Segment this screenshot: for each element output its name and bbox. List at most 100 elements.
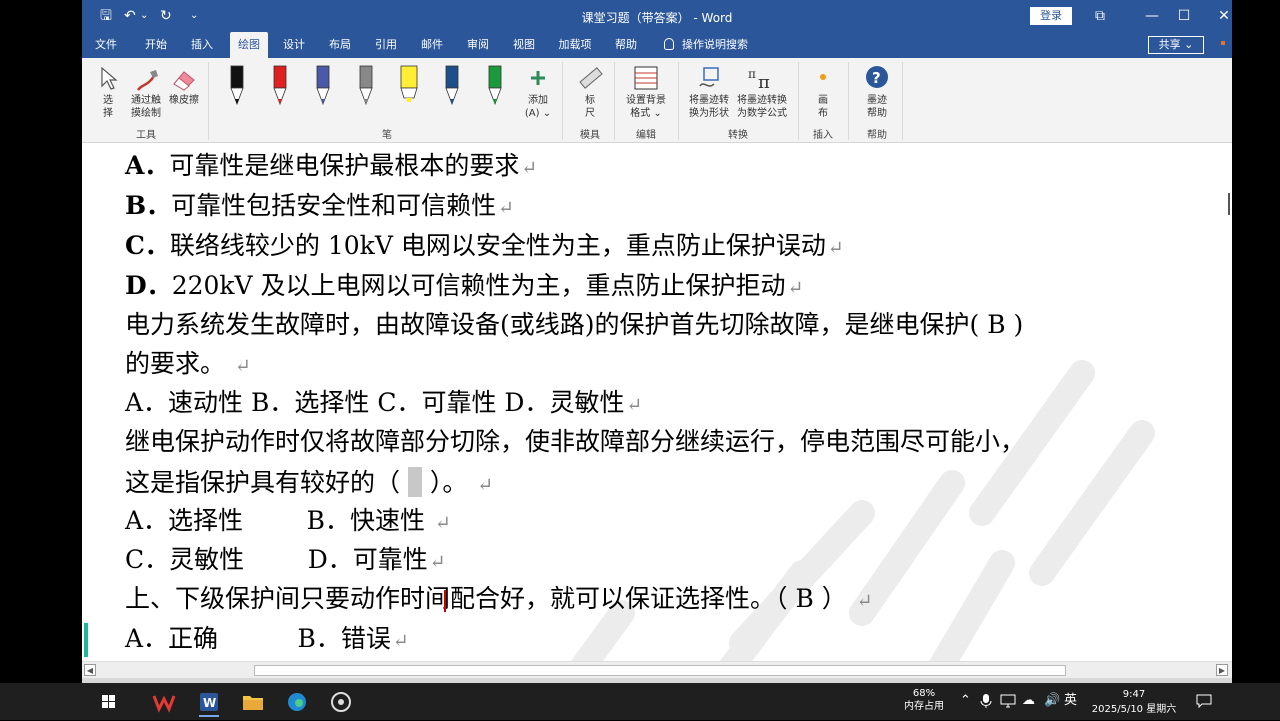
maximize-button[interactable]: ☐ bbox=[1169, 5, 1199, 27]
select-cursor-icon[interactable] bbox=[98, 66, 118, 92]
volume-icon[interactable]: 🔊 bbox=[1044, 694, 1060, 708]
document-page[interactable]: A．可靠性是继电保护最根本的要求 ↵ B．可靠性包括安全性和可信赖性 ↵ C．联络线… bbox=[82, 143, 1232, 661]
paragraph-mark-icon: ↵ bbox=[856, 590, 873, 612]
windows-start-icon[interactable] bbox=[90, 687, 128, 717]
ink-to-shape-label: 将墨迹转 换为形状 bbox=[689, 95, 729, 119]
memory-usage[interactable]: 68% 内存占用 bbox=[900, 687, 948, 713]
wps-icon[interactable] bbox=[145, 687, 183, 717]
word-taskbar-icon[interactable]: W bbox=[190, 687, 228, 717]
network-icon[interactable] bbox=[1000, 694, 1016, 708]
horizontal-scrollbar[interactable]: ◀ ▶ bbox=[82, 661, 1232, 678]
tab-file[interactable]: 文件 bbox=[88, 32, 124, 58]
cloud-icon[interactable]: ☁ bbox=[1022, 694, 1035, 708]
tab-mailings[interactable]: 邮件 bbox=[414, 32, 450, 58]
ribbon-separator bbox=[848, 62, 849, 140]
add-pen-icon[interactable] bbox=[528, 68, 548, 88]
file-explorer-icon[interactable] bbox=[234, 687, 272, 717]
scroll-left-arrow-icon[interactable]: ◀ bbox=[84, 664, 96, 676]
background-format-label: 设置背景 格式 ⌄ bbox=[626, 95, 666, 119]
group-stencils-label: 模具 bbox=[580, 130, 600, 141]
memory-label: 内存占用 bbox=[904, 701, 944, 712]
taskbar: W 68% 内存占用 ⌃ ☁ 🔊 英 9:47 2025/5/10 星期六 bbox=[0, 683, 1280, 720]
group-tools-label: 工具 bbox=[136, 130, 156, 141]
options-text: A．速动性 B．选择性 C．可靠性 D．灵敏性 bbox=[125, 388, 625, 417]
line-text: 可靠性包括安全性和可信赖性 bbox=[171, 191, 497, 220]
word-window: 🖫 ↶ ⌄ ↻ ⌄ 课堂习题（带答案） - Word 登录 ⧉ — ☐ ✕ 文件… bbox=[82, 0, 1232, 683]
ime-mode[interactable]: 英 bbox=[1064, 694, 1077, 708]
login-button[interactable]: 登录 bbox=[1030, 7, 1072, 25]
svg-text:W: W bbox=[203, 696, 216, 710]
ruler-icon[interactable] bbox=[576, 64, 604, 92]
galaxy-pen-icon[interactable] bbox=[310, 64, 336, 110]
black-pen-icon[interactable] bbox=[224, 64, 250, 110]
gray-pencil-icon[interactable] bbox=[353, 64, 379, 110]
ink-to-math-icon[interactable]: π π bbox=[746, 64, 778, 92]
canvas-icon[interactable] bbox=[816, 70, 830, 84]
close-button[interactable]: ✕ bbox=[1209, 5, 1232, 27]
system-clock[interactable]: 9:47 2025/5/10 星期六 bbox=[1086, 687, 1182, 717]
tab-home[interactable]: 开始 bbox=[138, 32, 174, 58]
eraser-icon[interactable] bbox=[170, 68, 198, 92]
doc-line-11: C．灵敏性 D．可靠性 ↵ bbox=[125, 545, 446, 577]
ribbon-tabs: 文件 开始 插入 绘图 设计 布局 引用 邮件 审阅 视图 加载项 帮助 操作说… bbox=[82, 32, 1232, 58]
ribbon-separator bbox=[562, 62, 563, 140]
scroll-thumb[interactable] bbox=[254, 665, 1066, 676]
ink-to-shape-icon[interactable] bbox=[696, 64, 724, 92]
tab-review[interactable]: 审阅 bbox=[460, 32, 496, 58]
canvas-label: 画 布 bbox=[818, 95, 828, 119]
microphone-icon[interactable] bbox=[980, 693, 992, 709]
line-text: 的要求。 bbox=[125, 349, 226, 378]
options-text: A．正确 B．错误 bbox=[125, 624, 391, 653]
ribbon-draw: 选 择 通过触 摸绘制 橡皮擦 工具 添加 (A) ⌄ 笔 标 尺 模具 设置背… bbox=[82, 58, 1232, 143]
doc-line-4: D．220kV 及以上电网以可信赖性为主，重点防止保护拒动 ↵ bbox=[125, 271, 803, 303]
tell-me-search[interactable]: 操作说明搜索 bbox=[664, 32, 748, 58]
doc-line-7: A．速动性 B．选择性 C．可靠性 D．灵敏性 ↵ bbox=[125, 388, 642, 420]
tab-view[interactable]: 视图 bbox=[506, 32, 542, 58]
tab-references[interactable]: 引用 bbox=[368, 32, 404, 58]
answer-blank-highlight[interactable] bbox=[407, 467, 422, 497]
tab-help[interactable]: 帮助 bbox=[608, 32, 644, 58]
edge-browser-icon[interactable] bbox=[278, 687, 316, 717]
paragraph-mark-icon: ↵ bbox=[434, 512, 451, 534]
paragraph-mark-icon: ↵ bbox=[626, 394, 643, 416]
scroll-right-arrow-icon[interactable]: ▶ bbox=[1216, 664, 1228, 676]
red-pen-icon[interactable] bbox=[267, 64, 293, 110]
paragraph-mark-icon: ↵ bbox=[521, 157, 538, 179]
paragraph-mark-icon: ↵ bbox=[477, 474, 494, 496]
tab-insert[interactable]: 插入 bbox=[184, 32, 220, 58]
line-text: 可靠性是继电保护最根本的要求 bbox=[169, 151, 520, 180]
show-hidden-icons-chevron-icon[interactable]: ⌃ bbox=[960, 694, 971, 708]
group-convert-label: 转换 bbox=[728, 130, 748, 141]
svg-text:π: π bbox=[758, 72, 770, 92]
line-text: 联络线较少的 10kV 电网以安全性为主，重点防止保护误动 bbox=[169, 231, 826, 260]
doc-line-3: C．联络线较少的 10kV 电网以安全性为主，重点防止保护误动 ↵ bbox=[125, 231, 844, 263]
share-button[interactable]: 共享 ⌄ bbox=[1148, 36, 1204, 54]
ink-help-icon[interactable]: ? bbox=[864, 64, 890, 90]
minimize-button[interactable]: — bbox=[1137, 5, 1167, 27]
tab-design[interactable]: 设计 bbox=[276, 32, 312, 58]
vertical-scrollbar[interactable] bbox=[1228, 193, 1230, 215]
ink-help-label: 墨迹 帮助 bbox=[867, 95, 887, 119]
question-text: 上、下级保护间只要动作时间配合好，就可以保证选择性。（ B ） bbox=[125, 584, 847, 613]
tab-layout[interactable]: 布局 bbox=[322, 32, 358, 58]
ink-to-math-label: 将墨迹转换 为数学公式 bbox=[737, 95, 787, 119]
doc-line-5: 电力系统发生故障时，由故障设备(或线路)的保护首先切除故障，是继电保护( B ) bbox=[125, 310, 1023, 340]
tab-draw[interactable]: 绘图 bbox=[230, 32, 268, 58]
background-format-icon[interactable] bbox=[632, 64, 660, 92]
green-pen-icon[interactable] bbox=[482, 64, 508, 110]
option-label: B． bbox=[125, 191, 172, 220]
blue-pen-icon[interactable] bbox=[439, 64, 465, 110]
notification-center-icon[interactable] bbox=[1196, 694, 1212, 708]
screen-recorder-icon[interactable] bbox=[322, 687, 360, 717]
tell-me-label: 操作说明搜索 bbox=[682, 38, 748, 51]
ribbon-display-options-icon[interactable]: ⧉ bbox=[1085, 5, 1115, 27]
doc-line-1: A．可靠性是继电保护最根本的要求 ↵ bbox=[125, 151, 537, 183]
title-bar: 🖫 ↶ ⌄ ↻ ⌄ 课堂习题（带答案） - Word 登录 ⧉ — ☐ ✕ bbox=[82, 0, 1232, 32]
tab-addins[interactable]: 加载项 bbox=[554, 32, 596, 58]
yellow-highlighter-icon[interactable] bbox=[396, 64, 422, 110]
group-pens-label: 笔 bbox=[382, 130, 392, 141]
touch-draw-icon[interactable] bbox=[134, 66, 162, 94]
line-text: ）。 bbox=[429, 468, 468, 497]
ribbon-separator bbox=[798, 62, 799, 140]
screen: 🖫 ↶ ⌄ ↻ ⌄ 课堂习题（带答案） - Word 登录 ⧉ — ☐ ✕ 文件… bbox=[0, 0, 1280, 720]
